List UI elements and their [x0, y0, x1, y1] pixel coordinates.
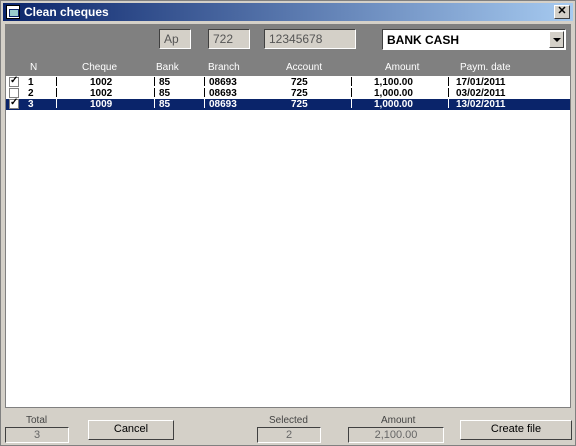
- window-title: Clean cheques: [24, 5, 109, 19]
- cell-n: 1: [28, 77, 34, 88]
- cell-separator: [351, 77, 352, 86]
- table-row[interactable]: 1 1002 85 08693 725 1,100.00 17/01/2011: [6, 75, 570, 88]
- col-header-branch[interactable]: Branch: [208, 62, 240, 73]
- cell-account: 725: [291, 99, 308, 110]
- cell-paym-date: 13/02/2011: [456, 99, 506, 110]
- cell-bank: 85: [159, 88, 171, 99]
- ap-field[interactable]: Ap: [159, 29, 191, 49]
- cell-bank: 85: [159, 99, 171, 110]
- cell-account: 725: [291, 88, 308, 99]
- row-checkbox[interactable]: [9, 97, 19, 109]
- cell-separator: [351, 99, 352, 108]
- cell-separator: [204, 77, 205, 86]
- col-header-bank[interactable]: Bank: [156, 62, 179, 73]
- cell-paym-date: 17/01/2011: [456, 77, 506, 88]
- cell-bank: 85: [159, 77, 171, 88]
- cell-paym-date: 03/02/2011: [456, 88, 506, 99]
- cell-separator: [448, 99, 449, 108]
- cell-separator: [154, 88, 155, 97]
- app-icon: [6, 5, 20, 19]
- clean-cheques-window: Clean cheques ✕ Ap 722 12345678 BANK CAS…: [0, 0, 576, 446]
- bank-select[interactable]: BANK CASH: [382, 29, 566, 50]
- col-header-paym-date[interactable]: Paym. date: [460, 62, 511, 73]
- cell-separator: [204, 88, 205, 97]
- cell-separator: [351, 88, 352, 97]
- chevron-down-icon[interactable]: [549, 31, 564, 48]
- cell-branch: 08693: [209, 88, 237, 99]
- create-file-button[interactable]: Create file: [460, 420, 572, 440]
- cell-amount: 1,100.00: [374, 77, 413, 88]
- cell-branch: 08693: [209, 99, 237, 110]
- amount-value: 2,100.00: [348, 427, 444, 443]
- cell-cheque: 1002: [90, 77, 113, 88]
- cell-separator: [56, 88, 57, 97]
- table-row[interactable]: 3 1009 85 08693 725 1,000.00 13/02/2011: [6, 97, 570, 110]
- cell-separator: [204, 99, 205, 108]
- filter-bar: Ap 722 12345678 BANK CASH: [5, 24, 571, 59]
- col-header-n[interactable]: N: [30, 62, 37, 73]
- row-checkbox[interactable]: [9, 75, 19, 87]
- account-field[interactable]: 722: [208, 29, 250, 49]
- cell-cheque: 1009: [90, 99, 113, 110]
- cell-branch: 08693: [209, 77, 237, 88]
- cell-amount: 1,000.00: [374, 99, 413, 110]
- cell-separator: [56, 99, 57, 108]
- col-header-cheque[interactable]: Cheque: [82, 62, 117, 73]
- selected-value: 2: [257, 427, 321, 443]
- cell-account: 725: [291, 77, 308, 88]
- bank-select-value: BANK CASH: [387, 33, 459, 47]
- close-icon[interactable]: ✕: [554, 5, 570, 19]
- cell-amount: 1,000.00: [374, 88, 413, 99]
- cell-n: 2: [28, 88, 34, 99]
- col-header-amount[interactable]: Amount: [385, 62, 419, 73]
- total-label: Total: [26, 415, 48, 426]
- col-header-account[interactable]: Account: [286, 62, 322, 73]
- cancel-button[interactable]: Cancel: [88, 420, 174, 440]
- table-row[interactable]: 2 1002 85 08693 725 1,000.00 03/02/2011: [6, 88, 570, 99]
- total-value: 3: [5, 427, 69, 443]
- cell-separator: [448, 77, 449, 86]
- cell-cheque: 1002: [90, 88, 113, 99]
- cell-separator: [154, 77, 155, 86]
- selected-label: Selected: [269, 415, 308, 426]
- cell-separator: [154, 99, 155, 108]
- title-bar[interactable]: Clean cheques ✕: [3, 3, 573, 21]
- amount-label: Amount: [381, 415, 416, 426]
- table-header: N Cheque Bank Branch Account Amount Paym…: [6, 60, 570, 76]
- cell-separator: [56, 77, 57, 86]
- account-number-field[interactable]: 12345678: [264, 29, 356, 49]
- cell-separator: [448, 88, 449, 97]
- cell-n: 3: [28, 99, 34, 110]
- cheques-table: N Cheque Bank Branch Account Amount Paym…: [5, 59, 571, 408]
